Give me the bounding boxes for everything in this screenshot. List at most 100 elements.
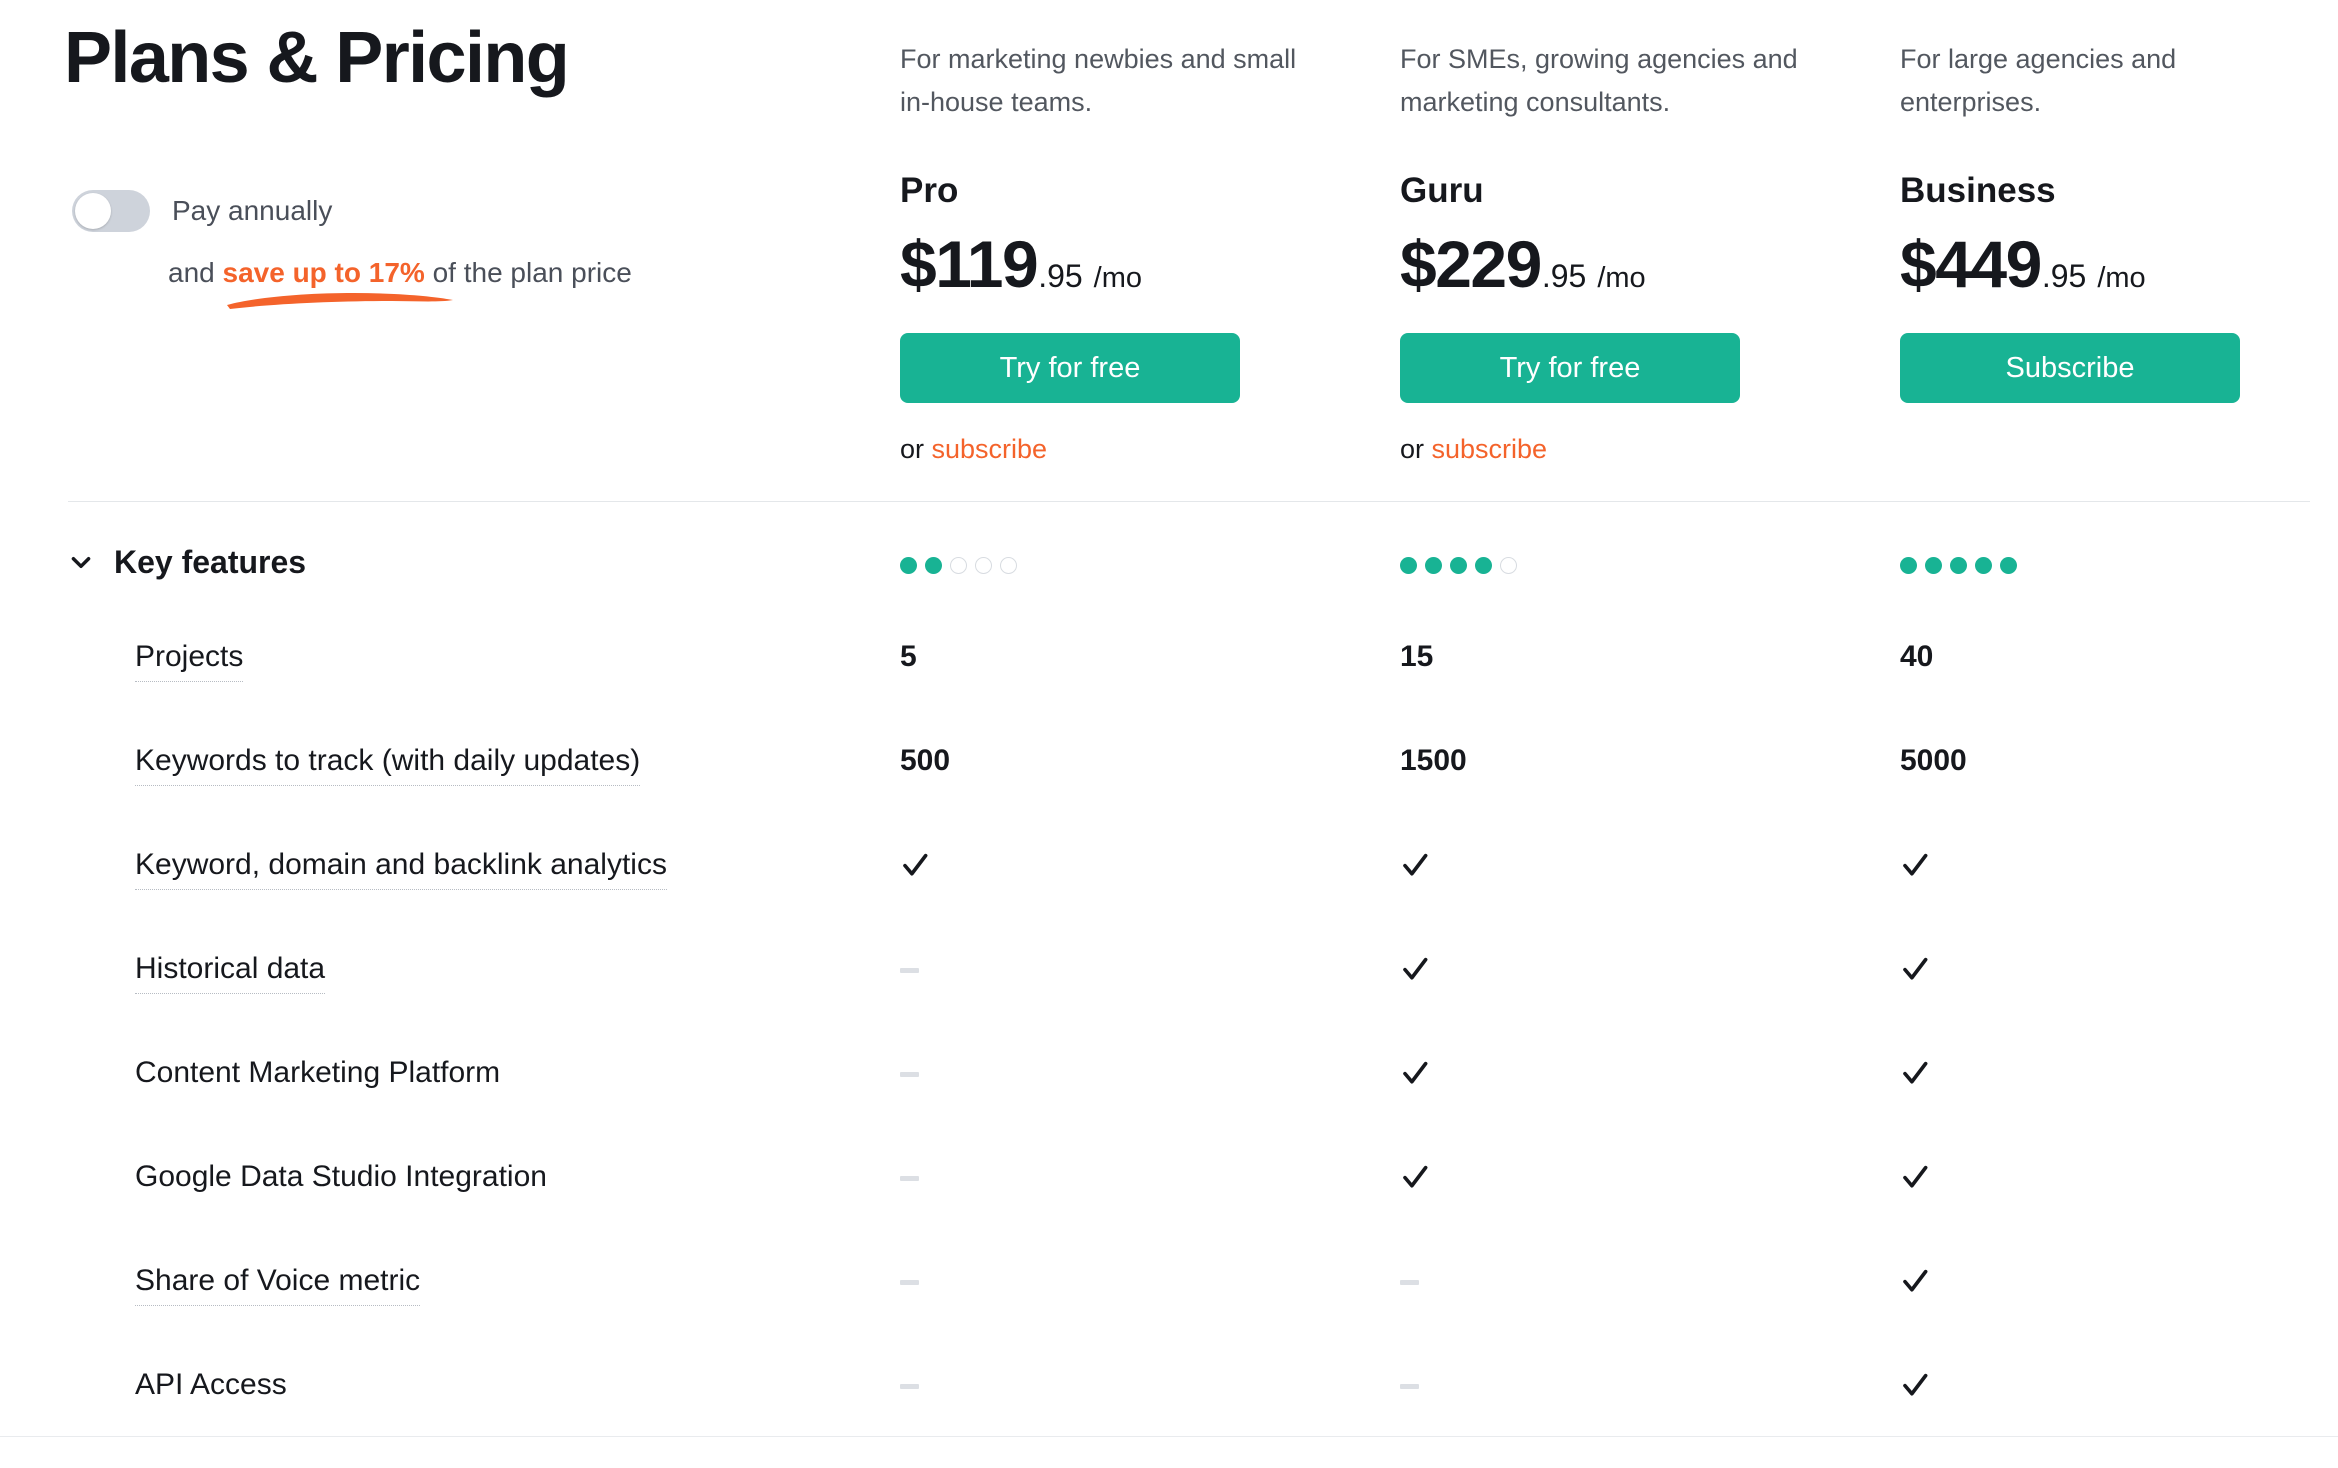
feature-check-icon <box>1900 846 1930 880</box>
plan-rating-pro <box>900 557 1017 574</box>
pricing-header: Plans & Pricing Pay annually and save up… <box>0 0 2338 500</box>
check-icon <box>1403 957 1428 980</box>
price-cents: .95 <box>1541 258 1587 294</box>
rating-dot-filled <box>1900 557 1917 574</box>
subscribe-link-pro[interactable]: subscribe <box>932 434 1048 464</box>
feature-label: API Access <box>135 1368 287 1401</box>
rating-dot-filled <box>2000 557 2017 574</box>
subscribe-link-guru[interactable]: subscribe <box>1432 434 1548 464</box>
rating-dot-empty <box>1500 557 1517 574</box>
feature-value: 5000 <box>1900 744 1967 777</box>
save-note-prefix: and <box>168 257 223 288</box>
check-icon <box>1403 853 1428 876</box>
price-period: /mo <box>1093 262 1143 294</box>
save-note-suffix: of the plan price <box>424 257 632 288</box>
plan-price: $229 .95 /mo <box>1400 228 1646 300</box>
feature-unavailable-dash <box>900 1158 919 1181</box>
check-icon <box>1903 1269 1928 1292</box>
price-amount: $229 <box>1400 227 1542 301</box>
feature-unavailable-dash <box>1400 1366 1419 1389</box>
price-period: /mo <box>2097 262 2146 294</box>
price-amount: $449 <box>1900 227 2042 301</box>
check-icon <box>1903 1061 1928 1084</box>
price-amount: $119 <box>900 227 1039 301</box>
chevron-down-icon <box>71 557 91 569</box>
check-icon <box>1903 1373 1928 1396</box>
dash-icon <box>900 1280 919 1285</box>
try-for-free-button-guru[interactable]: Try for free <box>1400 333 1740 403</box>
feature-label[interactable]: Share of Voice metric <box>135 1262 421 1306</box>
check-icon <box>1403 1165 1428 1188</box>
subscribe-button-business[interactable]: Subscribe <box>1900 333 2240 403</box>
feature-check-icon <box>900 846 930 880</box>
plan-price: $449 .95 /mo <box>1900 228 2146 300</box>
plan-price: $119 .95 /mo <box>900 228 1142 300</box>
feature-check-icon <box>1400 1054 1430 1088</box>
feature-value: 15 <box>1400 640 1434 673</box>
or-subscribe-line-guru: or subscribe <box>1400 432 1547 466</box>
rating-dot-filled <box>1450 557 1467 574</box>
rating-dot-filled <box>925 557 942 574</box>
feature-label[interactable]: Keywords to track (with daily updates) <box>135 742 641 786</box>
feature-value: 1500 <box>1400 744 1467 777</box>
feature-label: Google Data Studio Integration <box>135 1160 547 1193</box>
feature-row: Content Marketing Platform <box>0 1054 2338 1158</box>
dash-icon <box>1400 1384 1419 1389</box>
key-features-title: Key features <box>114 544 307 580</box>
rating-dot-empty <box>975 557 992 574</box>
pay-annually-label: Pay annually <box>172 195 333 226</box>
rating-dot-filled <box>1925 557 1942 574</box>
dash-icon <box>900 968 919 973</box>
pay-annually-toggle[interactable] <box>72 190 150 232</box>
feature-check-icon <box>1900 1366 1930 1400</box>
or-subscribe-line-pro: or subscribe <box>900 432 1047 466</box>
feature-label[interactable]: Historical data <box>135 950 326 994</box>
feature-check-icon <box>1900 1262 1930 1296</box>
feature-unavailable-dash <box>900 1054 919 1077</box>
feature-label[interactable]: Projects <box>135 638 244 682</box>
price-cents: .95 <box>2041 258 2087 294</box>
plan-description: For marketing newbies and small in-house… <box>900 44 1297 117</box>
plan-rating-business <box>1900 557 2017 574</box>
feature-row: Keyword, domain and backlink analytics <box>0 846 2338 950</box>
rating-dot-filled <box>900 557 917 574</box>
feature-unavailable-dash <box>1400 1262 1419 1285</box>
section-divider <box>68 501 2310 502</box>
rating-dot-filled <box>1475 557 1492 574</box>
feature-row: Projects 5 15 40 <box>0 638 2338 742</box>
feature-check-icon <box>1900 1054 1930 1088</box>
rating-dot-empty <box>950 557 967 574</box>
rating-dot-filled <box>1400 557 1417 574</box>
save-note-accent: save up to 17% <box>222 257 425 288</box>
check-icon <box>1903 853 1928 876</box>
pricing-page: Plans & Pricing Pay annually and save up… <box>0 0 2338 1468</box>
plan-name: Business <box>1900 171 2056 210</box>
save-note: and save up to 17% of the plan price <box>168 255 632 291</box>
feature-label[interactable]: Keyword, domain and backlink analytics <box>135 846 667 890</box>
feature-label: Content Marketing Platform <box>135 1056 501 1089</box>
toggle-knob <box>75 193 111 229</box>
price-cents: .95 <box>1038 258 1083 294</box>
bottom-divider <box>0 1436 2338 1437</box>
plan-name: Guru <box>1400 171 1484 210</box>
feature-row: Google Data Studio Integration <box>0 1158 2338 1262</box>
try-for-free-button-pro[interactable]: Try for free <box>900 333 1240 403</box>
feature-check-icon <box>1400 950 1430 984</box>
feature-check-icon <box>1900 950 1930 984</box>
check-icon <box>1403 1061 1428 1084</box>
feature-value: 500 <box>900 744 951 777</box>
dash-icon <box>1400 1280 1419 1285</box>
feature-unavailable-dash <box>900 1262 919 1285</box>
or-text: or <box>900 434 932 464</box>
brush-underline-icon <box>227 293 453 309</box>
plan-description: For large agencies and enterprises. <box>1900 44 2177 117</box>
feature-unavailable-dash <box>900 950 919 973</box>
plan-name: Pro <box>900 171 959 210</box>
feature-check-icon <box>1400 846 1430 880</box>
dash-icon <box>900 1384 919 1389</box>
price-period: /mo <box>1597 262 1646 294</box>
rating-dot-filled <box>1425 557 1442 574</box>
key-features-toggle[interactable]: Key features <box>68 543 306 581</box>
feature-value: 40 <box>1900 640 1934 673</box>
dash-icon <box>900 1176 919 1181</box>
